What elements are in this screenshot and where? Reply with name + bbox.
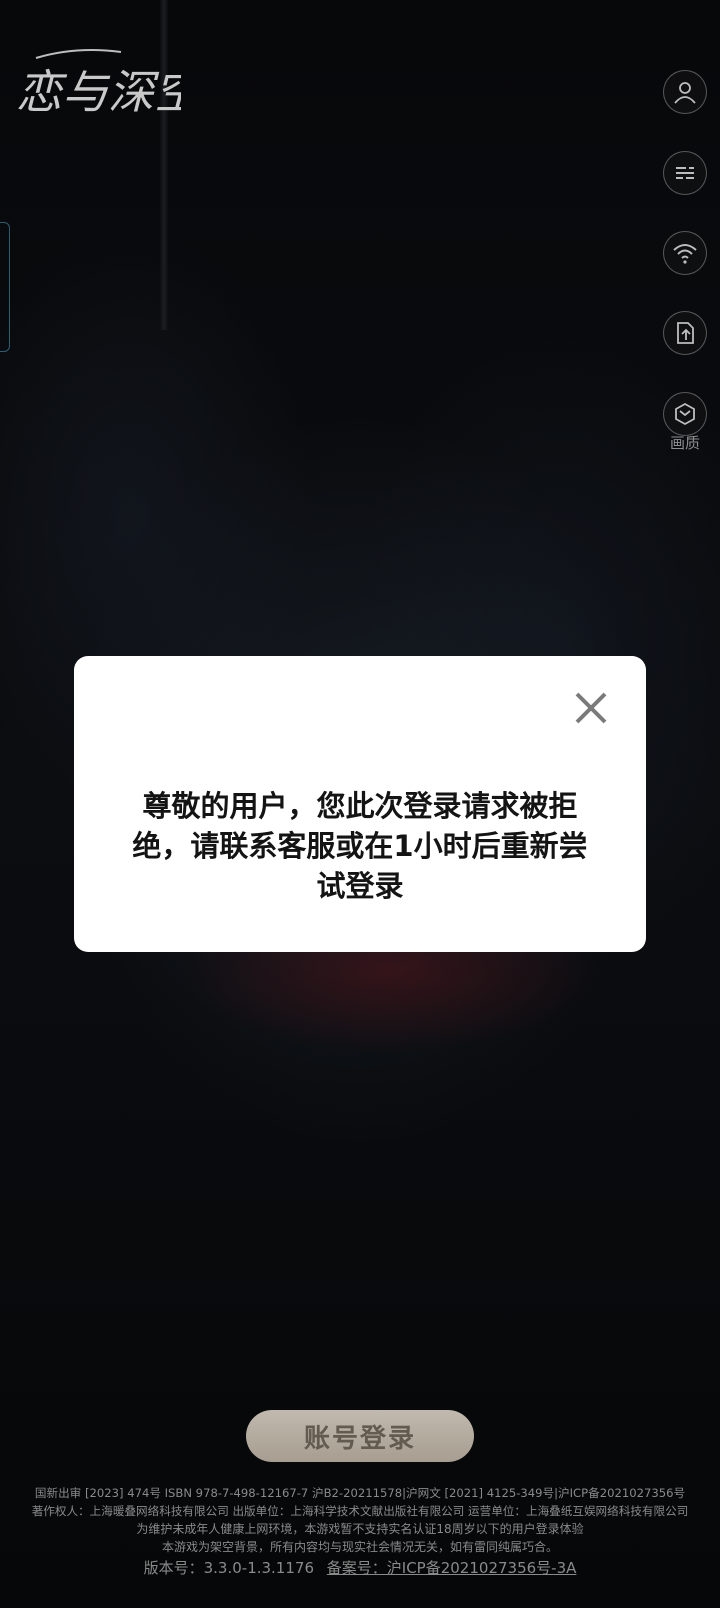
dialog-message: 尊敬的用户，您此次登录请求被拒绝，请联系客服或在1小时后重新尝试登录 [132,789,588,903]
upload-log-button[interactable] [663,311,707,355]
fiction-disclaimer: 本游戏为架空背景，所有内容均与现实社会情况无关，如有雷同纯属巧合。 [161,1540,558,1554]
icp-record-link[interactable]: 备案号：沪ICP备2021027356号-3A [327,1559,577,1577]
left-edge-tab[interactable] [0,222,10,352]
quality-button[interactable] [663,392,707,436]
menu-lines-icon [676,167,694,179]
network-button[interactable] [663,231,707,275]
notice-button[interactable] [663,151,707,195]
user-icon [674,82,696,104]
game-logo: 恋与深空 [16,44,205,124]
login-rejected-dialog: 尊敬的用户，您此次登录请求被拒绝，请联系客服或在1小时后重新尝试登录 [74,656,646,952]
version-row: 版本号：3.3.0-1.3.1176 备案号：沪ICP备2021027356号-… [0,1558,720,1578]
account-login-button[interactable]: 账号登录 [246,1410,474,1462]
wifi-icon [673,244,697,264]
file-upload-icon [677,322,694,344]
close-icon[interactable] [571,688,611,728]
account-button[interactable] [663,70,707,114]
version-number: 版本号：3.3.0-1.3.1176 [143,1559,314,1577]
minor-protection-notice: 为维护未成年人健康上网环境，本游戏暂不支持实名认证18周岁以下的用户登录体验 [136,1522,584,1536]
copyright-info: 著作权人：上海暖叠网络科技有限公司 出版单位：上海科学技术文献出版社有限公司 运… [31,1504,689,1518]
cube-icon [675,402,695,426]
quality-label: 画质 [669,434,700,452]
svg-text:恋与深空: 恋与深空 [16,65,181,119]
license-info: 国新出审 [2023] 474号 ISBN 978-7-498-12167-7 … [34,1486,686,1500]
